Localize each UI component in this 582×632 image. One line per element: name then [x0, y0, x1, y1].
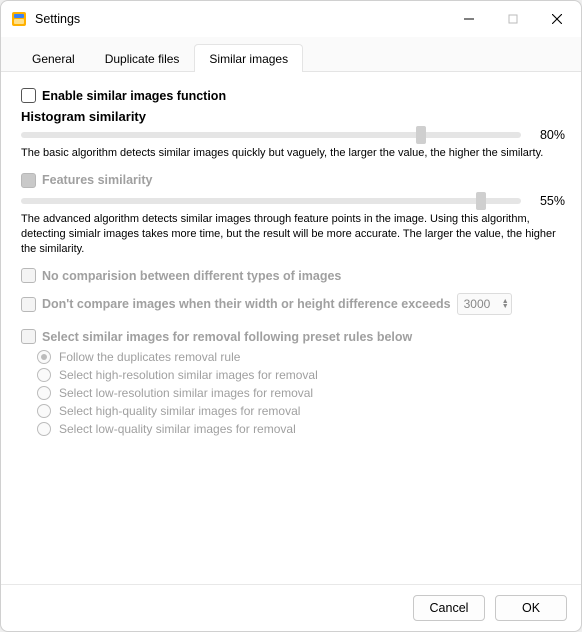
preset-checkbox[interactable]: [21, 329, 36, 344]
cancel-button[interactable]: Cancel: [413, 595, 485, 621]
no-compare-types-row: No comparision between different types o…: [21, 268, 565, 283]
enable-label: Enable similar images function: [42, 89, 226, 103]
features-desc: The advanced algorithm detects similar i…: [21, 212, 565, 257]
close-button[interactable]: [535, 4, 579, 34]
no-compare-types-checkbox[interactable]: [21, 268, 36, 283]
histogram-slider-thumb[interactable]: [416, 126, 426, 144]
footer: Cancel OK: [1, 584, 581, 631]
size-diff-spinner[interactable]: 3000 ▲ ▼: [457, 293, 512, 315]
similar-images-panel: Enable similar images function Histogram…: [1, 72, 581, 584]
radio-dot: [41, 354, 47, 360]
features-slider-thumb[interactable]: [476, 192, 486, 210]
features-value: 55%: [529, 194, 565, 208]
enable-checkbox[interactable]: [21, 88, 36, 103]
radio-low-res-row: Select low-resolution similar images for…: [37, 386, 565, 400]
features-checkbox[interactable]: [21, 173, 36, 188]
histogram-desc: The basic algorithm detects similar imag…: [21, 146, 565, 161]
ok-button[interactable]: OK: [495, 595, 567, 621]
features-row: Features similarity: [21, 173, 565, 188]
enable-row: Enable similar images function: [21, 88, 565, 103]
radio-high-q-row: Select high-quality similar images for r…: [37, 404, 565, 418]
radio-high-q-label: Select high-quality similar images for r…: [59, 404, 300, 418]
radio-low-q-row: Select low-quality similar images for re…: [37, 422, 565, 436]
radio-low-res[interactable]: [37, 386, 51, 400]
size-diff-label: Don't compare images when their width or…: [42, 297, 451, 311]
size-diff-checkbox[interactable]: [21, 297, 36, 312]
features-slider-row: 55%: [21, 194, 565, 208]
tab-general[interactable]: General: [17, 44, 90, 72]
radio-high-res-label: Select high-resolution similar images fo…: [59, 368, 318, 382]
radio-high-q[interactable]: [37, 404, 51, 418]
histogram-slider[interactable]: [21, 132, 521, 138]
window-controls: [447, 4, 579, 34]
features-heading: Features similarity: [42, 173, 152, 187]
window-title: Settings: [35, 12, 80, 26]
histogram-value: 80%: [529, 128, 565, 142]
radio-low-res-label: Select low-resolution similar images for…: [59, 386, 313, 400]
radio-follow[interactable]: [37, 350, 51, 364]
radio-follow-row: Follow the duplicates removal rule: [37, 350, 565, 364]
minimize-button[interactable]: [447, 4, 491, 34]
app-icon: [11, 11, 27, 27]
radio-low-q[interactable]: [37, 422, 51, 436]
tabs: General Duplicate files Similar images: [1, 37, 581, 72]
preset-row: Select similar images for removal follow…: [21, 329, 565, 344]
size-diff-row: Don't compare images when their width or…: [21, 293, 565, 315]
maximize-button[interactable]: [491, 4, 535, 34]
radio-high-res[interactable]: [37, 368, 51, 382]
preset-label: Select similar images for removal follow…: [42, 330, 412, 344]
radio-high-res-row: Select high-resolution similar images fo…: [37, 368, 565, 382]
histogram-heading: Histogram similarity: [21, 109, 565, 124]
settings-window: Settings General Duplicate files Similar…: [0, 0, 582, 632]
size-diff-value: 3000: [464, 297, 502, 311]
features-slider[interactable]: [21, 198, 521, 204]
tab-duplicate-files[interactable]: Duplicate files: [90, 44, 195, 72]
chevron-down-icon[interactable]: ▼: [502, 304, 509, 309]
histogram-slider-row: 80%: [21, 128, 565, 142]
titlebar: Settings: [1, 1, 581, 37]
spinner-arrows[interactable]: ▲ ▼: [502, 299, 509, 309]
no-compare-types-label: No comparision between different types o…: [42, 269, 341, 283]
tab-similar-images[interactable]: Similar images: [194, 44, 303, 72]
radio-low-q-label: Select low-quality similar images for re…: [59, 422, 296, 436]
radio-follow-label: Follow the duplicates removal rule: [59, 350, 240, 364]
